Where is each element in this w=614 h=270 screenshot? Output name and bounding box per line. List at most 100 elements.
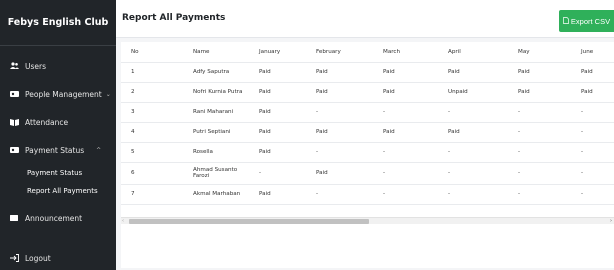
sidebar-item-payment-status[interactable]: Payment Status ^ xyxy=(0,136,116,164)
chevron-down-icon: ⌄ xyxy=(105,90,111,98)
table-row: 3 Rani Maharani Paid - - - - - xyxy=(121,102,614,123)
name-cell: Akmal Marhaban xyxy=(183,184,249,205)
payment-status-cell: - xyxy=(438,102,508,123)
sidebar-item-announcement[interactable]: Announcement xyxy=(0,204,116,232)
payment-status-cell: - xyxy=(306,102,373,123)
payment-status-cell: - xyxy=(373,162,438,185)
people-icon xyxy=(10,90,19,99)
export-csv-label: Export CSV xyxy=(570,16,611,26)
file-icon xyxy=(563,16,569,26)
row-number-cell: 2 xyxy=(121,82,183,103)
row-number-cell: 3 xyxy=(121,102,183,123)
name-cell: Putri Septiani xyxy=(183,122,249,143)
sidebar-item-users[interactable]: Users xyxy=(0,52,116,80)
sidebar-item-label: Attendance xyxy=(25,117,69,127)
payments-table-container: No Name January February March April May… xyxy=(121,42,614,268)
payment-status-cell: - xyxy=(508,162,571,185)
book-icon xyxy=(10,118,19,127)
name-cell: Ahmad Susanto Farozi xyxy=(183,162,249,185)
column-header: March xyxy=(373,42,438,63)
payment-status-cell: Paid xyxy=(373,122,438,143)
payment-status-cell: Paid xyxy=(306,62,373,83)
payment-status-cell: - xyxy=(508,102,571,123)
name-cell: Nofri Kurnia Putra xyxy=(183,82,249,103)
sidebar-item-label: Payment Status xyxy=(25,145,85,155)
row-number-cell: 6 xyxy=(121,162,183,185)
scroll-right-arrow[interactable]: › xyxy=(610,218,612,225)
payment-status-cell: - xyxy=(508,122,571,143)
table-row: 7 Akmal Marhaban Paid - - - - - xyxy=(121,184,614,205)
payment-status-cell: - xyxy=(373,142,438,163)
column-header: Name xyxy=(183,42,249,63)
export-csv-button[interactable]: Export CSV xyxy=(559,10,614,32)
row-number-cell: 4 xyxy=(121,122,183,143)
sidebar-subitem-payment-status[interactable]: Payment Status xyxy=(0,164,116,182)
payment-status-cell: - xyxy=(571,162,614,185)
brand-title: Febys English Club xyxy=(0,0,116,46)
payment-status-cell: Paid xyxy=(373,62,438,83)
logout-icon xyxy=(10,254,19,263)
payment-status-cell: Paid xyxy=(306,82,373,103)
column-header: No xyxy=(121,42,183,63)
page-title: Report All Payments xyxy=(122,13,226,23)
payment-status-cell: - xyxy=(438,162,508,185)
payment-status-cell: - xyxy=(508,184,571,205)
column-header: April xyxy=(438,42,508,63)
payment-status-cell: Unpaid xyxy=(438,82,508,103)
row-number-cell: 5 xyxy=(121,142,183,163)
table-row: 5 Rosella Paid - - - - - xyxy=(121,142,614,163)
logout-button[interactable]: Logout xyxy=(0,244,116,270)
announcement-icon xyxy=(10,214,19,223)
table-row: 2 Nofri Kurnia Putra Paid Paid Paid Unpaid Pai… xyxy=(121,82,614,103)
payments-table: No Name January February March April May… xyxy=(121,42,614,205)
payment-status-cell: Paid xyxy=(373,82,438,103)
payment-status-cell: - xyxy=(373,102,438,123)
row-number-cell: 7 xyxy=(121,184,183,205)
table-header-row: No Name January February March April May… xyxy=(121,42,614,63)
payment-status-cell: Paid xyxy=(438,62,508,83)
sidebar-item-people-management[interactable]: People Management ⌄ xyxy=(0,80,116,108)
scroll-left-arrow[interactable]: ‹ xyxy=(122,218,124,225)
table-row: 1 Adfy Saputra Paid Paid Paid Paid Paid Paid xyxy=(121,62,614,83)
name-cell: Adfy Saputra xyxy=(183,62,249,83)
sidebar-item-label: Users xyxy=(25,61,47,71)
payment-status-cell: - xyxy=(249,162,306,185)
column-header: June xyxy=(571,42,614,63)
payment-status-cell: - xyxy=(373,184,438,205)
payment-status-cell: - xyxy=(306,184,373,205)
payment-icon xyxy=(10,146,19,155)
name-cell: Rosella xyxy=(183,142,249,163)
payment-status-cell: Paid xyxy=(438,122,508,143)
payment-status-cell: Paid xyxy=(249,102,306,123)
sidebar: Febys English Club Users People Manageme… xyxy=(0,0,116,270)
table-row: 4 Putri Septiani Paid Paid Paid Paid - - xyxy=(121,122,614,143)
payment-status-cell: - xyxy=(438,184,508,205)
scroll-thumb[interactable] xyxy=(129,219,369,224)
payment-status-cell: - xyxy=(571,122,614,143)
payment-status-cell: Paid xyxy=(249,82,306,103)
sidebar-subitem-report-all-payments[interactable]: Report All Payments xyxy=(0,182,116,200)
payment-status-cell: Paid xyxy=(249,142,306,163)
payment-status-cell: Paid xyxy=(249,122,306,143)
payment-status-cell: Paid xyxy=(306,162,373,185)
payment-status-cell: Paid xyxy=(508,82,571,103)
payment-status-cell: - xyxy=(438,142,508,163)
payment-status-cell: - xyxy=(306,142,373,163)
payment-status-cell: - xyxy=(571,142,614,163)
horizontal-scrollbar[interactable]: ‹ › xyxy=(121,217,614,224)
logout-label: Logout xyxy=(25,253,51,263)
payment-status-cell: - xyxy=(571,184,614,205)
users-icon xyxy=(10,62,19,71)
column-header: February xyxy=(306,42,373,63)
row-number-cell: 1 xyxy=(121,62,183,83)
sidebar-item-attendance[interactable]: Attendance xyxy=(0,108,116,136)
sidebar-item-label: People Management xyxy=(25,89,102,99)
payment-status-cell: - xyxy=(508,142,571,163)
payment-status-cell: Paid xyxy=(508,62,571,83)
payment-status-cell: Paid xyxy=(249,184,306,205)
payment-status-cell: Paid xyxy=(249,62,306,83)
table-row: 6 Ahmad Susanto Farozi - Paid - - - - xyxy=(121,162,614,185)
payment-status-cell: - xyxy=(571,102,614,123)
payment-status-cell: Paid xyxy=(571,82,614,103)
sidebar-item-label: Announcement xyxy=(25,213,83,223)
